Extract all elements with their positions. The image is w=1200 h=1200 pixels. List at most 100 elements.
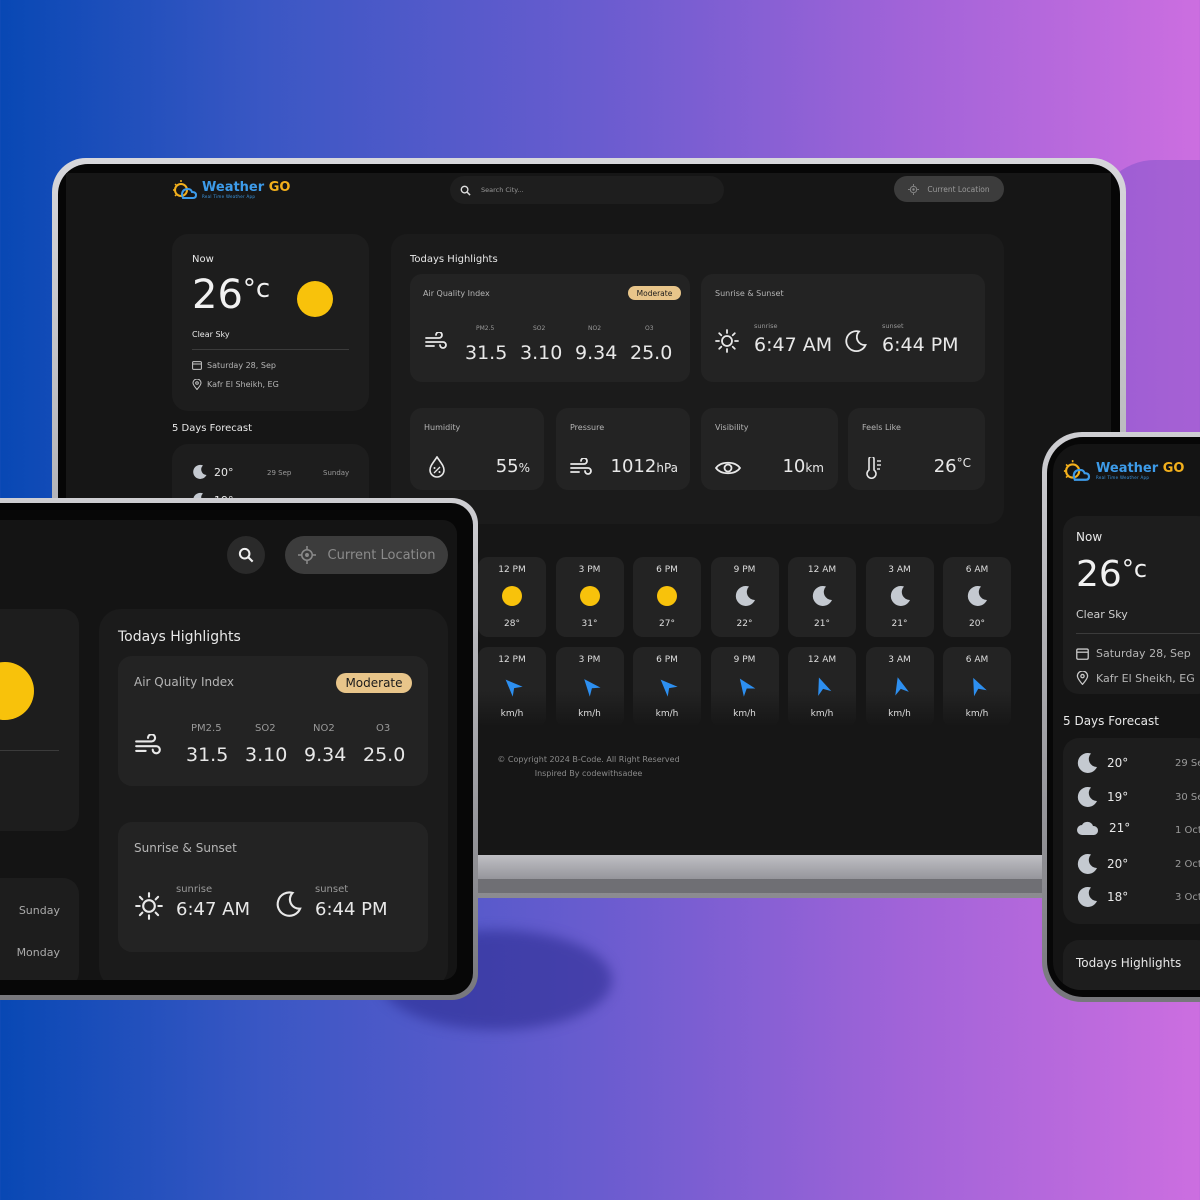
sun-icon [657, 586, 677, 606]
pressure-title: Pressure [570, 423, 605, 432]
aqi-pm-value: 31.5 [186, 744, 229, 766]
location-row: Kafr El Sheikh, EG [1076, 671, 1195, 685]
forecast-date: 2 Oct [1175, 858, 1200, 870]
sun-icon [297, 281, 333, 317]
current-location-button[interactable]: Current Location [285, 536, 448, 574]
sun-icon [579, 586, 600, 606]
aqi-o3-value: 25.0 [630, 342, 673, 364]
moon-icon [1077, 786, 1097, 807]
wind-unit: km/h [733, 709, 756, 719]
wind-icon [570, 458, 592, 475]
aqi-no2-value: 9.34 [575, 342, 618, 364]
calendar-icon [1076, 648, 1089, 660]
sun-icon [502, 586, 522, 606]
visibility-title: Visibility [715, 423, 749, 432]
wind-tile: 9 PM km/h [710, 647, 779, 727]
hourly-tile: 3 AM 21° [865, 557, 934, 637]
forecast-card: Sunday Monday [0, 878, 79, 980]
sun-icon [0, 662, 34, 720]
aqi-badge: Moderate [336, 673, 412, 693]
forecast-date: 29 Sep [267, 469, 292, 477]
forecast-row: 21° [1076, 819, 1130, 837]
hourly-temp: 31° [581, 619, 598, 629]
wind-icon [425, 332, 447, 349]
wind-direction-icon [505, 679, 523, 697]
aqi-o3-value: 25.0 [363, 744, 406, 766]
wind-unit: km/h [810, 709, 834, 719]
current-location-button[interactable]: Current Location [894, 176, 1004, 202]
wind-tile: 6 PM km/h [633, 647, 701, 727]
app-logo[interactable]: Weather GO Real Time Weather App [1062, 459, 1184, 483]
visibility-card: Visibility 10km [701, 408, 838, 490]
aqi-so2-value: 3.10 [245, 744, 288, 766]
sunrise-icon [135, 892, 163, 920]
app-logo[interactable]: Weather GO Real Time Weather App [172, 179, 290, 201]
forecast-title: 5 Days Forecast [172, 423, 252, 434]
search-input[interactable]: Search City... [481, 186, 523, 194]
moon-outline-icon [845, 330, 867, 352]
wind-unit: km/h [578, 709, 601, 719]
forecast-row: 18° [1076, 886, 1128, 908]
sun-card-title: Sunrise & Sunset [715, 289, 784, 298]
wind-unit: km/h [888, 709, 911, 719]
aqi-title: Air Quality Index [134, 675, 235, 689]
eye-icon [715, 461, 741, 475]
hourly-tile: 12 PM 28° [478, 557, 546, 637]
wind-tile: 3 PM km/h [555, 647, 624, 727]
crosshair-icon [297, 546, 316, 564]
wind-unit: km/h [965, 709, 989, 719]
wind-unit: km/h [655, 709, 679, 719]
laptop-base-edge [478, 879, 1043, 893]
hourly-time: 3 PM [578, 565, 601, 575]
aqi-pm-label: PM2.5 [476, 325, 495, 332]
aqi-so2-label: SO2 [255, 723, 276, 734]
sunrise-label: sunrise [754, 322, 778, 330]
aqi-so2-label: SO2 [533, 325, 546, 332]
current-location-label: Current Location [327, 547, 436, 563]
hourly-tile: 6 PM 27° [633, 557, 701, 637]
moon-icon [967, 585, 987, 606]
moon-icon [1077, 853, 1097, 874]
highlights-card: Todays Highlights Air Quality Index Mode… [99, 609, 448, 980]
crosshair-icon [908, 183, 920, 195]
forecast-date: 1 Oct [1175, 825, 1200, 836]
aqi-o3-label: O3 [645, 325, 654, 332]
hourly-temp: 22° [736, 619, 753, 629]
forecast-title: 5 Days Forecast [1063, 714, 1159, 728]
aqi-pm-label: PM2.5 [191, 723, 222, 734]
pressure-value: 1012hPa [610, 456, 678, 477]
wind-direction-icon [973, 677, 987, 697]
hourly-tile: 3 PM 31° [555, 557, 624, 637]
logo-icon [173, 180, 198, 199]
forecast-row: 20° [1076, 853, 1128, 875]
humidity-title: Humidity [424, 423, 461, 432]
hourly-temp: 20° [969, 619, 985, 629]
feels-like-value: 26°C [933, 456, 971, 477]
condition-text: Clear Sky [192, 330, 230, 339]
location-row: Kafr El Sheikh, EG [192, 379, 279, 390]
forecast-date: 3 Oct [1175, 892, 1200, 903]
search-bar[interactable]: Search City... [450, 176, 724, 204]
wind-tile: 6 AM km/h [943, 647, 1011, 727]
aqi-pm-value: 31.5 [465, 342, 508, 364]
forecast-date: 30 Sep [1175, 791, 1200, 803]
highlights-card: Todays Highlights Air Quality Index Mode… [391, 234, 1004, 524]
calendar-icon [192, 361, 202, 370]
sunrise-icon [715, 329, 739, 353]
current-location-label: Current Location [927, 184, 990, 194]
moon-icon [890, 585, 910, 606]
moon-icon [1077, 752, 1097, 773]
aqi-o3-label: O3 [376, 723, 391, 734]
hourly-temp: 21° [891, 619, 908, 629]
search-icon [460, 185, 471, 196]
logo-name: Weather [202, 180, 265, 195]
search-button[interactable] [227, 536, 265, 574]
hourly-time: 12 AM [807, 565, 837, 575]
hourly-time: 9 PM [733, 565, 756, 575]
moon-outline-icon [276, 891, 302, 917]
sunset-time: 6:44 PM [882, 334, 959, 356]
highlights-title: Todays Highlights [118, 629, 241, 645]
now-card: Now 26°c Clear Sky Saturday 28, Sep Kafr… [1063, 516, 1200, 694]
highlights-title: Todays Highlights [1076, 956, 1182, 970]
visibility-value: 10km [782, 456, 824, 477]
